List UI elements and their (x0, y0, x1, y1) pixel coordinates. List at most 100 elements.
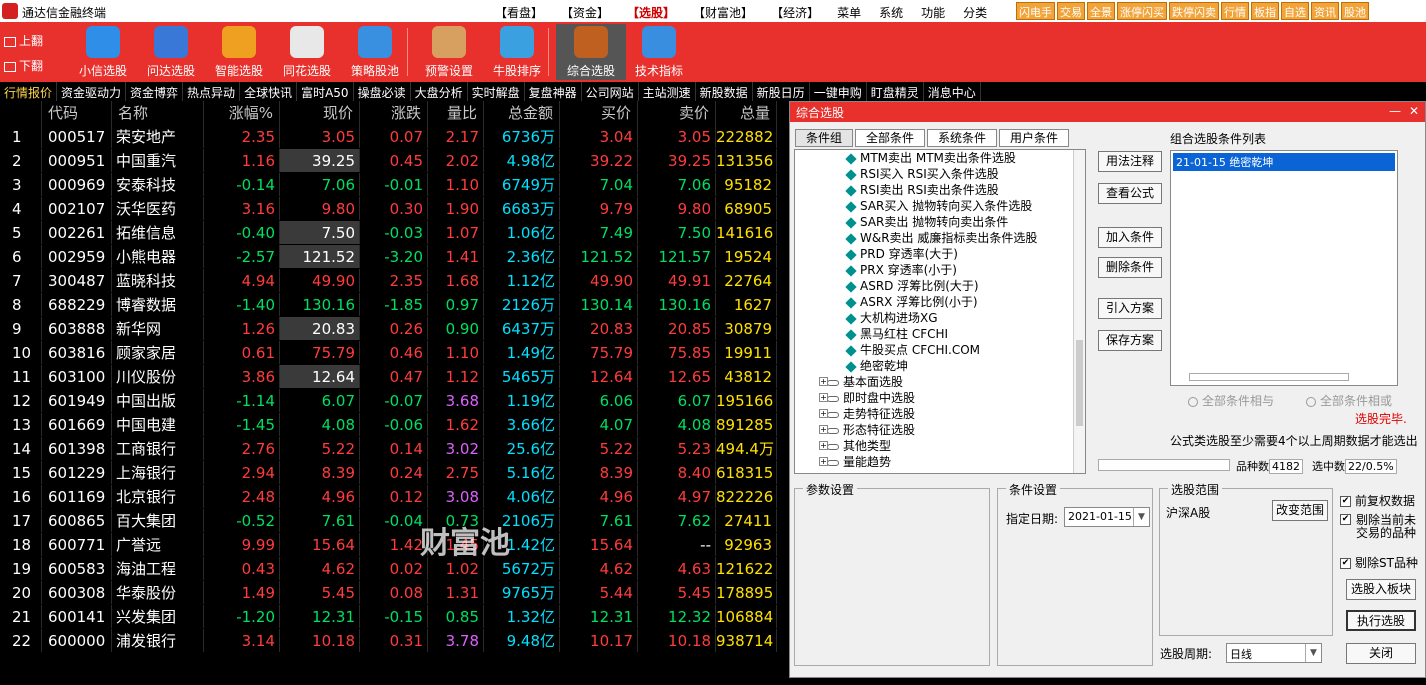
table-row[interactable]: 3 000969 安泰科技 -0.14 7.06 -0.01 1.10 6749万 7.04 7.… (0, 173, 777, 197)
table-row[interactable]: 22 600000 浦发银行 3.14 10.18 0.31 3.78 9.48亿 10.17 1… (0, 629, 777, 653)
expand-icon[interactable]: + (819, 409, 828, 418)
minimize-icon[interactable]: — (1389, 104, 1401, 118)
menu-item[interactable]: 【资金】 (561, 4, 609, 21)
quick-button[interactable]: 自选 (1281, 2, 1309, 20)
condition-list[interactable]: 21-01-15 绝密乾坤 (1170, 150, 1398, 386)
tree-group[interactable]: + 走势特征选股 (795, 406, 1085, 422)
chevron-down-icon[interactable]: ▼ (1305, 644, 1321, 662)
tab-item[interactable]: 复盘神器 (525, 82, 582, 101)
radio-or[interactable]: 全部条件相或 (1306, 392, 1392, 409)
table-row[interactable]: 10 603816 顾家家居 0.61 75.79 0.46 1.10 1.49亿 75.79 7… (0, 341, 777, 365)
column-header[interactable] (0, 101, 42, 125)
table-row[interactable]: 16 601169 北京银行 2.48 4.96 0.12 3.08 4.06亿 4.96 4.9… (0, 485, 777, 509)
check-exclude-st[interactable]: ✔ 剔除ST品种 (1340, 554, 1418, 571)
column-header[interactable]: 总量 (716, 101, 777, 125)
close-button[interactable]: 关闭 (1346, 643, 1416, 664)
tab-item[interactable]: 资金博弈 (126, 82, 184, 101)
table-row[interactable]: 9 603888 新华网 1.26 20.83 0.26 0.90 6437万 20.83 20.… (0, 317, 777, 341)
table-row[interactable]: 15 601229 上海银行 2.94 8.39 0.24 2.75 5.16亿 8.39 8.4… (0, 461, 777, 485)
remove-condition-button[interactable]: 删除条件 (1098, 257, 1162, 278)
toolbar-button-6[interactable]: 牛股排序 (482, 24, 552, 80)
column-header[interactable]: 买价 (560, 101, 638, 125)
column-header[interactable]: 名称 (112, 101, 204, 125)
toolbar-button-3[interactable]: 同花选股 (272, 24, 342, 80)
menu-item[interactable]: 系统 (879, 4, 903, 21)
tab-item[interactable]: 大盘分析 (411, 82, 468, 101)
tree-leaf[interactable]: 绝密乾坤 (795, 358, 1085, 374)
tab-item[interactable]: 公司网站 (582, 82, 639, 101)
execute-button[interactable]: 执行选股 (1346, 610, 1416, 631)
toolbar-button-8[interactable]: 技术指标 (624, 24, 694, 80)
tree-scrollbar[interactable] (1073, 150, 1085, 473)
toolbar-button-1[interactable]: 问达选股 (136, 24, 206, 80)
quick-button[interactable]: 股池 (1341, 2, 1369, 20)
expand-icon[interactable]: + (819, 377, 828, 386)
tree-leaf[interactable]: RSI卖出 RSI卖出条件选股 (795, 182, 1085, 198)
table-row[interactable]: 20 600308 华泰股份 1.49 5.45 0.08 1.31 9765万 5.44 5.4… (0, 581, 777, 605)
table-row[interactable]: 12 601949 中国出版 -1.14 6.07 -0.07 3.68 1.19亿 6.06 6… (0, 389, 777, 413)
tab-item[interactable]: 新股数据 (696, 82, 753, 101)
condition-tree[interactable]: MTM卖出 MTM卖出条件选股 RSI买入 RSI买入条件选股 RSI卖出 RSI卖… (794, 149, 1086, 474)
toolbar-button-5[interactable]: 预警设置 (414, 24, 484, 80)
page-down-button[interactable]: 下翻 (4, 57, 43, 74)
date-field[interactable]: 2021-01-15 ▼ (1064, 507, 1150, 527)
table-row[interactable]: 19 600583 海油工程 0.43 4.62 0.02 1.02 5672万 4.62 4.6… (0, 557, 777, 581)
expand-icon[interactable]: + (819, 425, 828, 434)
tab-item[interactable]: 实时解盘 (468, 82, 525, 101)
table-row[interactable]: 21 600141 兴发集团 -1.20 12.31 -0.15 0.85 1.32亿 12.3… (0, 605, 777, 629)
to-block-button[interactable]: 选股入板块 (1346, 579, 1416, 600)
tree-leaf[interactable]: W&R卖出 威廉指标卖出条件选股 (795, 230, 1085, 246)
dialog-tab[interactable]: 条件组 (795, 129, 854, 147)
expand-icon[interactable]: + (819, 457, 828, 466)
expand-icon[interactable]: + (819, 393, 828, 402)
menu-item[interactable]: 【看盘】 (495, 4, 543, 21)
table-row[interactable]: 5 002261 拓维信息 -0.40 7.50 -0.03 1.07 1.06亿 7.49 7.… (0, 221, 777, 245)
column-header[interactable]: 现价 (280, 101, 360, 125)
tree-leaf[interactable]: SAR买入 抛物转向买入条件选股 (795, 198, 1085, 214)
tree-leaf[interactable]: 大机构进场XG (795, 310, 1085, 326)
menu-item[interactable]: 分类 (963, 4, 987, 21)
radio-and[interactable]: 全部条件相与 (1188, 392, 1274, 409)
view-formula-button[interactable]: 查看公式 (1098, 183, 1162, 204)
dialog-tab[interactable]: 用户条件 (999, 129, 1070, 147)
toolbar-button-4[interactable]: 策略股池 (340, 24, 410, 80)
toolbar-button-2[interactable]: 智能选股 (204, 24, 274, 80)
quick-button[interactable]: 跌停闪卖 (1169, 2, 1219, 20)
toolbar-button-7[interactable]: 综合选股 (556, 24, 626, 80)
quick-button[interactable]: 全景 (1087, 2, 1115, 20)
column-header[interactable]: 涨跌 (360, 101, 428, 125)
tab-item[interactable]: 消息中心 (924, 82, 981, 101)
tab-item[interactable]: 操盘必读 (354, 82, 411, 101)
import-scheme-button[interactable]: 引入方案 (1098, 298, 1162, 319)
column-header[interactable]: 涨幅% (204, 101, 280, 125)
list-hscroll[interactable] (1189, 373, 1349, 381)
menu-item[interactable]: 【经济】 (771, 4, 819, 21)
column-header[interactable]: 卖价 (638, 101, 716, 125)
table-row[interactable]: 18 600771 广誉远 9.99 15.64 1.42 1.45 1.42亿 15.64 --… (0, 533, 777, 557)
table-row[interactable]: 17 600865 百大集团 -0.52 7.61 -0.04 0.73 2106万 7.61 7… (0, 509, 777, 533)
tab-item[interactable]: 主站测速 (639, 82, 696, 101)
quick-button[interactable]: 行情 (1221, 2, 1249, 20)
tree-leaf[interactable]: 牛股买点 CFCHI.COM (795, 342, 1085, 358)
table-row[interactable]: 13 601669 中国电建 -1.45 4.08 -0.06 1.62 3.66亿 4.07 4… (0, 413, 777, 437)
tree-group[interactable]: + 基本面选股 (795, 374, 1085, 390)
quick-button[interactable]: 资讯 (1311, 2, 1339, 20)
change-range-button[interactable]: 改变范围 (1272, 500, 1328, 521)
tree-leaf[interactable]: SAR卖出 抛物转向卖出条件 (795, 214, 1085, 230)
tree-leaf[interactable]: RSI买入 RSI买入条件选股 (795, 166, 1085, 182)
condition-list-item[interactable]: 21-01-15 绝密乾坤 (1173, 153, 1395, 171)
quick-button[interactable]: 板指 (1251, 2, 1279, 20)
explain-button[interactable]: 用法注释 (1098, 151, 1162, 172)
save-scheme-button[interactable]: 保存方案 (1098, 330, 1162, 351)
close-icon[interactable]: ✕ (1409, 104, 1419, 118)
tab-item[interactable]: 全球快讯 (240, 82, 298, 101)
quick-button[interactable]: 闪电手 (1016, 2, 1055, 20)
dialog-tab[interactable]: 全部条件 (855, 129, 926, 147)
table-row[interactable]: 7 300487 蓝晓科技 4.94 49.90 2.35 1.68 1.12亿 49.90 49… (0, 269, 777, 293)
column-header[interactable]: 量比 (428, 101, 484, 125)
menu-item[interactable]: 【财富池】 (693, 4, 753, 21)
tree-leaf[interactable]: ASRD 浮筹比例(大于) (795, 278, 1085, 294)
tab-item[interactable]: 行情报价 (0, 82, 58, 101)
chevron-down-icon[interactable]: ▼ (1133, 508, 1149, 526)
tree-leaf[interactable]: 黑马红柱 CFCHI (795, 326, 1085, 342)
